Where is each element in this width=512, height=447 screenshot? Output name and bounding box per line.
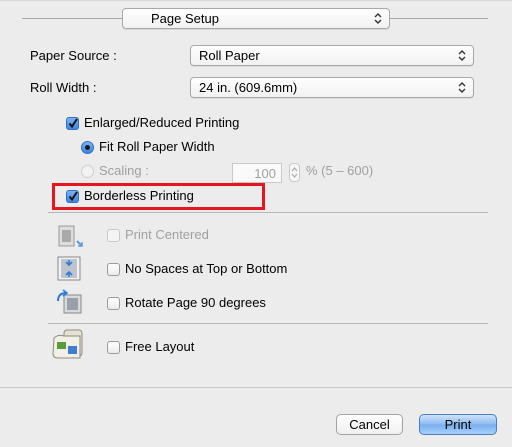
- checkmark-icon: [68, 118, 78, 129]
- fit-roll-width-label: Fit Roll Paper Width: [99, 139, 215, 154]
- free-layout-label: Free Layout: [125, 339, 195, 354]
- paper-source-label: Paper Source :: [30, 48, 117, 63]
- section-divider: [48, 323, 488, 324]
- print-centered-icon: [56, 225, 84, 252]
- header-divider-right: [390, 18, 488, 19]
- print-button[interactable]: Print: [419, 414, 497, 435]
- roll-width-popup[interactable]: 24 in. (609.6mm): [190, 77, 474, 98]
- scaling-label: Scaling :: [99, 163, 149, 178]
- preset-popup-value: Page Setup: [151, 11, 219, 26]
- no-spaces-icon: [56, 256, 84, 285]
- free-layout-checkbox[interactable]: [107, 341, 120, 354]
- no-spaces-checkbox[interactable]: [107, 263, 120, 276]
- borderless-checkbox[interactable]: [66, 190, 79, 203]
- print-centered-checkbox[interactable]: [107, 229, 120, 242]
- scaling-range-label: % (5 – 600): [306, 163, 374, 178]
- stepper-arrows-icon: [291, 167, 298, 178]
- panel-top-border: [0, 0, 512, 1]
- roll-width-label: Roll Width :: [30, 80, 97, 95]
- no-spaces-label: No Spaces at Top or Bottom: [125, 261, 288, 276]
- popup-arrows-icon: [373, 11, 383, 26]
- scaling-stepper[interactable]: [289, 163, 300, 182]
- rotate-page-checkbox[interactable]: [107, 297, 120, 310]
- cancel-button[interactable]: Cancel: [336, 414, 403, 435]
- enlarged-reduced-checkbox[interactable]: [66, 117, 79, 130]
- scaling-radio[interactable]: [81, 165, 94, 178]
- roll-width-value: 24 in. (609.6mm): [199, 80, 298, 95]
- free-layout-icon: [50, 328, 88, 365]
- rotate-page-icon: [54, 289, 84, 318]
- print-centered-label: Print Centered: [125, 227, 209, 242]
- rotate-page-label: Rotate Page 90 degrees: [125, 295, 266, 310]
- fit-roll-width-radio[interactable]: [81, 141, 94, 154]
- enlarged-reduced-label: Enlarged/Reduced Printing: [84, 115, 240, 130]
- popup-arrows-icon: [457, 48, 467, 63]
- paper-source-value: Roll Paper: [199, 48, 260, 63]
- scaling-input[interactable]: 100: [232, 163, 282, 183]
- section-divider: [48, 212, 488, 213]
- paper-source-popup[interactable]: Roll Paper: [190, 45, 474, 66]
- borderless-label: Borderless Printing: [84, 188, 194, 203]
- checkmark-icon: [68, 191, 78, 202]
- footer-divider: [0, 387, 512, 388]
- popup-arrows-icon: [457, 80, 467, 95]
- header-divider-left: [22, 18, 122, 19]
- preset-popup[interactable]: Page Setup: [122, 8, 390, 29]
